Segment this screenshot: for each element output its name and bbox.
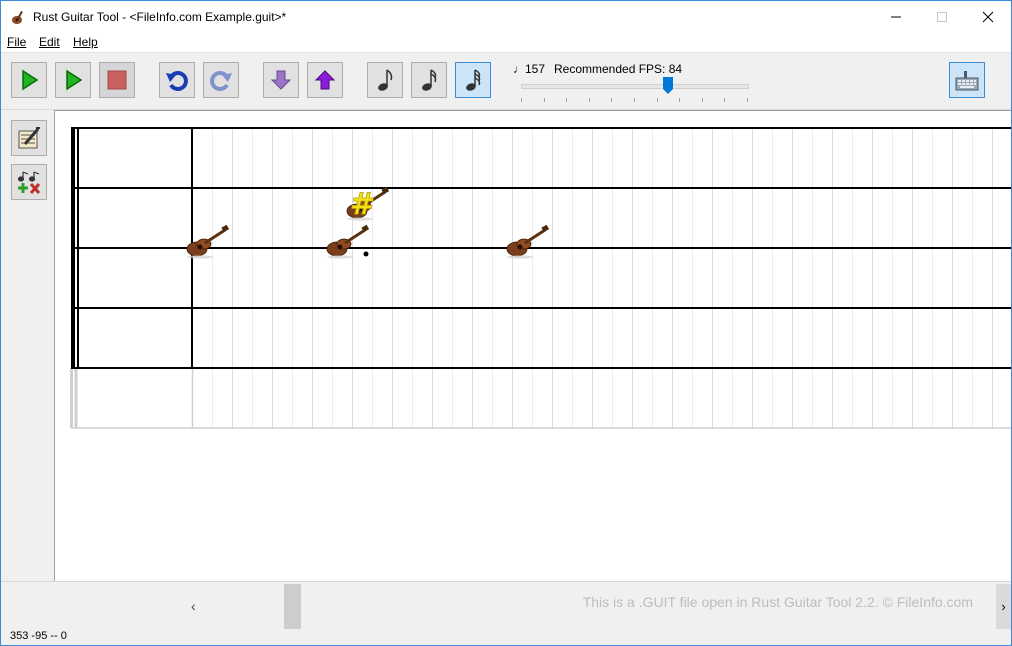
edit-notes-button[interactable]: [11, 120, 47, 156]
keyboard-button[interactable]: [949, 62, 985, 98]
staff-start-thick-bar: [71, 128, 75, 368]
add-remove-notes-icon: [17, 171, 41, 194]
tempo-value: 157: [525, 62, 546, 76]
move-down-icon: [271, 70, 291, 90]
play-from-start-button[interactable]: [11, 62, 47, 98]
minimize-button[interactable]: [873, 1, 919, 32]
toolbar: ♩157 Recommended FPS: 84: [1, 53, 1011, 110]
watermark-text: This is a .GUIT file open in Rust Guitar…: [582, 594, 973, 610]
slider-tick: [679, 98, 681, 102]
close-button[interactable]: [965, 1, 1011, 32]
play-button[interactable]: [55, 62, 91, 98]
slider-tick: [747, 98, 748, 102]
move-down-button[interactable]: [263, 62, 299, 98]
sharp-accidental-icon: #: [350, 187, 375, 222]
redo-button[interactable]: [203, 62, 239, 98]
title-bar: Rust Guitar Tool - <FileInfo.com Example…: [1, 1, 1011, 32]
slider-tick: [634, 98, 635, 102]
slider-tick: [588, 98, 590, 102]
menu-bar: File Edit Help: [1, 32, 1011, 53]
menu-edit[interactable]: Edit: [39, 35, 60, 49]
undo-button[interactable]: [159, 62, 195, 98]
move-up-icon: [315, 70, 335, 90]
status-bar-text: 353 -95 -- 0: [10, 630, 67, 642]
fps-slider[interactable]: [521, 77, 749, 102]
slider-tick: [543, 98, 545, 102]
play-icon: [66, 69, 83, 91]
maximize-button: [919, 1, 965, 32]
menu-file-label: File: [7, 35, 27, 49]
dotted-note-marker: [363, 251, 369, 257]
keyboard-icon: [955, 71, 979, 91]
horizontal-scrollbar[interactable]: ‹ This is a .GUIT file open in Rust Guit…: [1, 581, 1011, 630]
stop-icon: [107, 70, 127, 90]
play-from-start-icon: [22, 69, 39, 91]
menu-help[interactable]: Help: [73, 35, 98, 49]
minimize-icon: [891, 16, 901, 17]
slider-tick: [701, 98, 703, 102]
slider-thumb[interactable]: [662, 77, 673, 94]
left-tool-panel: [1, 110, 53, 581]
edit-notes-icon: [18, 127, 40, 149]
stop-button[interactable]: [99, 62, 135, 98]
eighth-note-button[interactable]: [367, 62, 403, 98]
thirty-second-note-icon: [466, 69, 481, 91]
tempo-readout: ♩157: [513, 62, 545, 76]
eighth-note-icon: [378, 69, 393, 91]
menu-file[interactable]: File: [7, 35, 26, 49]
slider-track: [521, 84, 749, 89]
add-remove-notes-button[interactable]: [11, 164, 47, 200]
guitar-note-icon[interactable]: [185, 223, 231, 261]
quarter-note-icon: ♩: [513, 62, 525, 76]
menu-edit-label: Edit: [39, 35, 60, 49]
slider-tick: [611, 98, 613, 102]
menu-help-label: Help: [73, 35, 98, 49]
slider-tick: [566, 98, 568, 102]
guitar-note-icon[interactable]: [325, 223, 371, 261]
slider-tick: [724, 98, 726, 102]
staff-start-thin-bar: [77, 128, 79, 368]
window-title: Rust Guitar Tool - <FileInfo.com Example…: [33, 10, 287, 24]
thirty-second-note-button[interactable]: [455, 62, 491, 98]
guitar-note-icon[interactable]: [505, 223, 551, 261]
undo-icon: [166, 71, 188, 91]
fps-label: Recommended FPS: 84: [554, 62, 683, 76]
sixteenth-note-icon: [422, 69, 437, 91]
tab-staff[interactable]: #: [55, 111, 1011, 581]
app-window: Rust Guitar Tool - <FileInfo.com Example…: [0, 0, 1012, 646]
sixteenth-note-button[interactable]: [411, 62, 447, 98]
guitar-app-icon: [12, 11, 23, 24]
scroll-right-arrow: ›: [1001, 599, 1006, 614]
move-up-button[interactable]: [307, 62, 343, 98]
score-canvas[interactable]: #: [54, 110, 1011, 581]
redo-icon: [210, 71, 232, 91]
slider-tick: [521, 98, 522, 102]
close-icon: [982, 11, 994, 22]
scroll-right-button[interactable]: ›: [996, 584, 1011, 629]
slider-tick: [656, 98, 658, 102]
maximize-icon: [937, 11, 947, 22]
